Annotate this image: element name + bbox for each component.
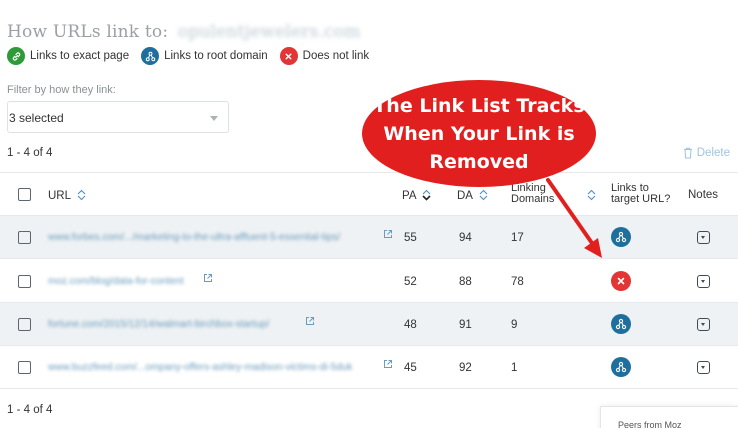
table-row: fortune.com/2015/12/14/walmart-birchbox-… [0,303,738,346]
row-url-link[interactable]: moz.com/blog/data-for-content [48,276,184,287]
row-checkbox[interactable] [18,361,31,374]
callout-line: Removed [429,151,529,173]
legend-item-does-not-link: Does not link [279,47,370,65]
external-link-icon[interactable] [305,316,315,326]
column-header-pa[interactable]: PA [402,189,431,202]
legend-label: Does not link [302,50,370,62]
notes-dropdown-button[interactable] [697,361,710,374]
annotation-callout: The Link List Tracks When Your Link is R… [362,80,596,187]
column-header-url[interactable]: URL [48,189,86,202]
row-da: 92 [459,362,472,374]
row-da: 94 [459,232,472,244]
row-pa: 48 [404,319,417,331]
row-checkbox[interactable] [18,231,31,244]
sort-icon [479,189,487,201]
row-linking-domains: 78 [511,276,524,288]
page-title: How URLs link to: opulentjewelers.com [7,22,361,42]
column-header-label: URL [48,190,71,202]
column-header-links-to-target: Links to target URL? [611,183,670,205]
column-header-linking-domains[interactable]: Linking Domains [511,183,554,205]
external-link-icon[interactable] [383,359,393,369]
pagination-count-top: 1 - 4 of 4 [7,147,53,159]
legend-item-exact-page: Links to exact page [7,47,129,65]
table-header: URL PA DA Linking Domains Links to targe… [0,172,738,216]
table-row: moz.com/blog/data-for-content 52 88 78 [0,260,738,303]
notes-dropdown-button[interactable] [697,231,710,244]
sitemap-icon [611,314,631,334]
sort-icon [77,189,86,201]
legend-label: Links to exact page [30,50,130,62]
legend-item-root-domain: Links to root domain [141,47,268,65]
row-url-link[interactable]: fortune.com/2015/12/14/walmart-birchbox-… [48,319,269,330]
row-linking-domains: 17 [511,232,524,244]
external-link-icon[interactable] [203,273,213,283]
notes-dropdown-button[interactable] [697,275,710,288]
column-header-da[interactable]: DA [457,189,488,202]
row-linking-domains: 9 [511,319,518,331]
callout-line: When Your Link is [383,123,575,145]
link-icon [7,47,25,65]
column-header-label: Domains [511,193,555,205]
sitemap-icon [141,47,160,65]
popup-text: Peers from Moz [618,420,682,428]
select-all-checkbox[interactable] [18,188,31,201]
sitemap-icon [611,227,631,247]
table-row: www.forbes.com/.../marketing-to-the-ultr… [0,216,738,259]
row-url-link[interactable]: www.buzzfeed.com/...ompany-offers-ashley… [48,362,352,373]
x-icon [279,47,298,65]
page-title-text: How URLs link to: [7,22,169,42]
row-pa: 55 [404,232,417,244]
pagination-count-bottom: 1 - 4 of 4 [7,404,53,416]
row-linking-domains: 1 [511,362,518,374]
row-url-link[interactable]: www.forbes.com/.../marketing-to-the-ultr… [48,232,340,243]
column-header-label: target URL? [611,193,671,205]
sitemap-icon [611,357,631,377]
row-da: 91 [459,319,472,331]
row-pa: 45 [404,362,417,374]
row-pa: 52 [404,276,417,288]
column-header-notes: Notes [688,189,718,201]
filter-label: Filter by how they link: [7,84,116,96]
column-header-label: Notes [688,189,719,201]
x-icon [611,271,631,291]
link-type-filter-select[interactable]: 3 selected [7,101,229,133]
sort-icon[interactable] [587,189,596,201]
callout-line: The Link List Tracks [373,95,585,117]
table-row: www.buzzfeed.com/...ompany-offers-ashley… [0,346,738,389]
row-checkbox[interactable] [18,275,31,288]
filter-selected-value: 3 selected [9,111,64,125]
chevron-down-icon [210,116,218,121]
sort-icon [422,189,431,201]
row-da: 88 [459,276,472,288]
delete-button[interactable]: Delete [683,147,730,159]
column-header-label: DA [457,190,473,202]
peers-popup[interactable]: Peers from Moz [600,406,738,428]
row-checkbox[interactable] [18,318,31,331]
legend-label: Links to root domain [164,50,268,62]
delete-label: Delete [696,147,730,159]
external-link-icon[interactable] [383,229,393,239]
column-header-label: PA [402,190,416,202]
trash-icon [683,147,692,159]
legend: Links to exact page Links to root domain… [7,47,381,65]
target-domain: opulentjewelers.com [177,22,361,42]
notes-dropdown-button[interactable] [697,318,710,331]
